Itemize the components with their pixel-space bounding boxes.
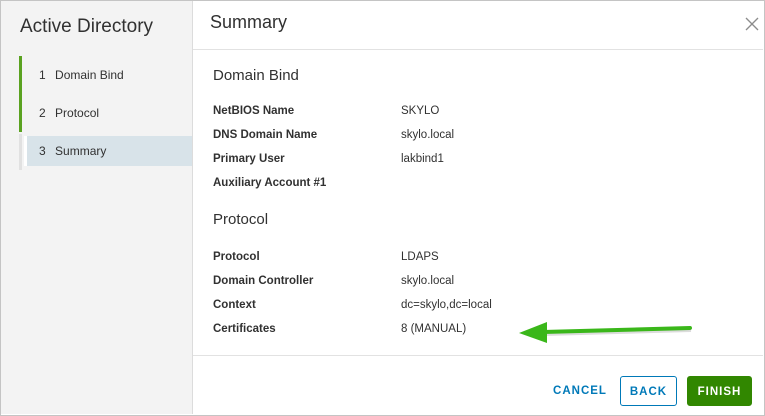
step-protocol[interactable]: 2 Protocol (19, 94, 192, 132)
row-key: Protocol (213, 251, 260, 263)
step-label: Protocol (55, 106, 100, 120)
row-key: Primary User (213, 153, 285, 165)
header-divider (193, 49, 763, 50)
summary-row: Domain Controller skylo.local (213, 275, 733, 293)
summary-row: Context dc=skylo,dc=local (213, 299, 733, 317)
footer-divider (193, 355, 763, 356)
step-domain-bind[interactable]: 1 Domain Bind (19, 56, 192, 94)
row-value: skylo.local (401, 129, 455, 141)
section-title-domain-bind: Domain Bind (213, 67, 299, 84)
row-value: 8 (MANUAL) (401, 323, 467, 335)
row-key: Context (213, 299, 256, 311)
row-key: DNS Domain Name (213, 129, 318, 141)
wizard-sidebar: Active Directory 1 Domain Bind 2 Protoco… (1, 1, 193, 414)
summary-row: Protocol LDAPS (213, 251, 733, 269)
step-number: 3 (39, 144, 46, 158)
row-key: NetBIOS Name (213, 105, 295, 117)
step-summary[interactable]: 3 Summary (24, 136, 192, 166)
summary-row: DNS Domain Name skylo.local (213, 129, 733, 147)
row-key: Certificates (213, 323, 276, 335)
step-number: 2 (39, 106, 46, 120)
summary-row: Primary User lakbind1 (213, 153, 733, 171)
back-button[interactable]: BACK (620, 376, 677, 406)
page-title: Summary (210, 12, 288, 32)
wizard-content: Summary Domain Bind NetBIOS Name SKYLO D… (193, 1, 763, 414)
cancel-button[interactable]: CANCEL (548, 376, 612, 406)
wizard-steps: 1 Domain Bind 2 Protocol 3 Summary (19, 56, 192, 166)
summary-row: Auxiliary Account #1 (213, 177, 733, 195)
row-value: skylo.local (401, 275, 455, 287)
green-arrow-icon (519, 322, 692, 343)
row-value: lakbind1 (401, 153, 444, 165)
row-key: Domain Controller (213, 275, 314, 287)
step-label: Domain Bind (55, 68, 124, 82)
summary-row: NetBIOS Name SKYLO (213, 105, 733, 123)
row-value: SKYLO (401, 105, 440, 117)
close-icon[interactable] (745, 17, 759, 31)
row-value: LDAPS (401, 251, 439, 263)
step-number: 1 (39, 68, 46, 82)
section-title-protocol: Protocol (213, 211, 269, 228)
row-key: Auxiliary Account #1 (213, 177, 327, 189)
wizard-title: Active Directory (20, 16, 154, 37)
finish-button[interactable]: FINISH (687, 376, 752, 406)
row-value: dc=skylo,dc=local (401, 299, 492, 311)
step-label: Summary (55, 144, 107, 158)
